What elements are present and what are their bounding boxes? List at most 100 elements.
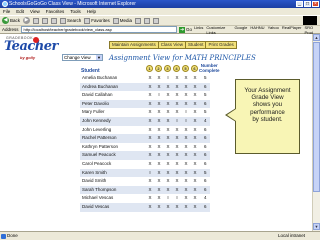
refresh-icon[interactable] <box>42 17 49 24</box>
table-row[interactable]: Michael Vescas X X I I X X 4 <box>80 194 210 203</box>
home-icon[interactable] <box>51 17 58 24</box>
favorites-button[interactable]: Favorites <box>84 17 110 24</box>
assignment-mark: X <box>184 186 188 192</box>
student-name[interactable]: Peter Davolio <box>82 100 109 109</box>
student-name[interactable]: Rachel Patterson <box>82 134 117 143</box>
address-input[interactable]: http://localhost/teacher/gradebook/view_… <box>20 26 178 33</box>
assignment-3-header[interactable]: 3 <box>164 65 171 72</box>
minimize-button[interactable]: _ <box>296 1 303 7</box>
student-name[interactable]: Andrea Buchanan <box>82 83 118 92</box>
scroll-thumb[interactable] <box>313 42 320 192</box>
assignment-mark: X <box>175 83 179 89</box>
student-name[interactable]: Carol Peacock <box>82 160 111 169</box>
menu-file[interactable]: File <box>3 8 10 15</box>
student-name[interactable]: John Kennedy <box>82 117 111 126</box>
assignment-mark: X <box>175 109 179 115</box>
history-icon[interactable] <box>135 17 142 24</box>
status-bar: Done Local intranet <box>0 231 320 240</box>
table-row[interactable]: John Leverling X X X X X X 6 <box>80 126 210 135</box>
nav-class-view[interactable]: Class View <box>159 42 186 48</box>
go-button[interactable]: ➜ Go <box>179 26 192 33</box>
menu-edit[interactable]: Edit <box>16 8 24 15</box>
table-row[interactable]: David Callahan X I X X X X 5 <box>80 91 210 100</box>
link-google[interactable]: Google <box>234 25 247 35</box>
student-name[interactable]: Karen Smith <box>82 169 107 178</box>
number-complete-value: 6 <box>204 100 207 106</box>
assignment-mark: X <box>193 143 197 149</box>
nav-print-grades[interactable]: Print Grades <box>206 42 235 48</box>
table-row[interactable]: Karen Smith I X X X X X 5 <box>80 168 210 178</box>
assignment-mark: X <box>148 109 152 115</box>
address-bar: Address http://localhost/teacher/gradebo… <box>0 25 320 35</box>
close-button[interactable]: × <box>312 1 319 7</box>
table-row[interactable]: Mary Fuller X X X X I X 5 <box>80 108 210 117</box>
table-row[interactable]: Amelia Buchanan X X I X X X 5 <box>80 74 210 83</box>
nav-maintain-assignments[interactable]: Maintain Assignments <box>110 42 159 48</box>
assignment-1-header[interactable]: 1 <box>146 65 153 72</box>
assignment-mark: X <box>193 169 197 175</box>
assignment-2-header[interactable]: 2 <box>155 65 162 72</box>
assignment-mark: X <box>166 143 170 149</box>
callout-line-1: Your Assignment <box>244 87 291 94</box>
table-row[interactable]: Carol Peacock X X X X X X 6 <box>80 160 210 169</box>
number-complete-value: 5 <box>204 169 207 175</box>
student-name[interactable]: Amelia Buchanan <box>82 74 117 83</box>
assignment-5-header[interactable]: 5 <box>182 65 189 72</box>
student-name[interactable]: Kathryn Patterson <box>82 143 118 152</box>
menu-view[interactable]: View <box>30 8 40 15</box>
table-row[interactable]: David Smith X X X X X X 6 <box>80 177 210 186</box>
assignment-mark: X <box>148 203 152 209</box>
vertical-scrollbar[interactable]: ▲ ▼ <box>312 34 320 231</box>
print-icon[interactable] <box>153 17 160 24</box>
student-name[interactable]: John Leverling <box>82 126 111 135</box>
assignment-mark: X <box>157 83 161 89</box>
table-row[interactable]: David Vescas X X X X X X 6 <box>80 202 210 212</box>
nav-student[interactable]: Student <box>186 42 207 48</box>
link-yahoo[interactable]: Yahoo <box>268 25 279 35</box>
table-row[interactable]: Kathryn Patterson X X X X X X 6 <box>80 143 210 152</box>
maximize-button[interactable]: □ <box>304 1 311 7</box>
mail-icon[interactable] <box>144 17 151 24</box>
assignment-mark: X <box>157 178 161 184</box>
assignment-mark: X <box>184 160 188 166</box>
link-realplayer[interactable]: RealPlayer <box>282 25 302 35</box>
back-arrow-icon: ◀ <box>2 17 9 24</box>
link-customize[interactable]: Customize Links <box>206 25 231 35</box>
student-name[interactable]: David Callahan <box>82 91 113 100</box>
back-button[interactable]: ◀ Back <box>2 17 20 24</box>
stop-icon[interactable] <box>33 17 40 24</box>
assignment-mark: X <box>175 143 179 149</box>
assignment-mark: X <box>175 169 179 175</box>
menu-tools[interactable]: Tools <box>70 8 81 15</box>
link-hahnu[interactable]: HAHNU <box>250 25 264 35</box>
scroll-up-icon[interactable]: ▲ <box>313 34 320 41</box>
number-complete-value: 6 <box>204 126 207 132</box>
assignment-mark: X <box>157 135 161 141</box>
callout-line-3: shows you <box>252 101 283 109</box>
assignment-4-header[interactable]: 4 <box>173 65 180 72</box>
table-row[interactable]: Andrea Buchanan X X X X X X 6 <box>80 82 210 92</box>
scroll-down-icon[interactable]: ▼ <box>313 223 320 230</box>
media-button[interactable]: Media <box>112 17 132 24</box>
table-row[interactable]: Sarah Thompson X X X X X X 6 <box>80 185 210 195</box>
table-row[interactable]: Samuel Peacock X X X X X X 6 <box>80 151 210 160</box>
link-sro-prod[interactable]: SRO Prod <box>304 25 320 35</box>
table-row[interactable]: John Kennedy X X X I I X 4 <box>80 116 210 126</box>
student-name[interactable]: David Smith <box>82 177 106 186</box>
search-button[interactable]: Search <box>60 17 81 24</box>
change-view-select[interactable]: Change View ▼ <box>62 54 103 61</box>
forward-arrow-icon[interactable]: ▶ <box>23 17 31 24</box>
student-name[interactable]: Mary Fuller <box>82 108 105 117</box>
table-row[interactable]: Rachel Patterson X X X X X X 6 <box>80 134 210 143</box>
student-name[interactable]: Samuel Peacock <box>82 151 116 160</box>
menu-bar: File Edit View Favorites Tools Help <box>0 8 320 15</box>
student-name[interactable]: David Vescas <box>82 203 109 212</box>
student-name[interactable]: Sarah Thompson <box>82 186 116 195</box>
menu-favorites[interactable]: Favorites <box>46 8 65 15</box>
assignment-mark: X <box>166 126 170 132</box>
menu-help[interactable]: Help <box>87 8 96 15</box>
table-row[interactable]: Peter Davolio X X X X X X 6 <box>80 99 210 109</box>
assignment-6-header[interactable]: 6 <box>191 65 198 72</box>
assignment-mark: X <box>184 152 188 158</box>
student-name[interactable]: Michael Vescas <box>82 194 113 203</box>
